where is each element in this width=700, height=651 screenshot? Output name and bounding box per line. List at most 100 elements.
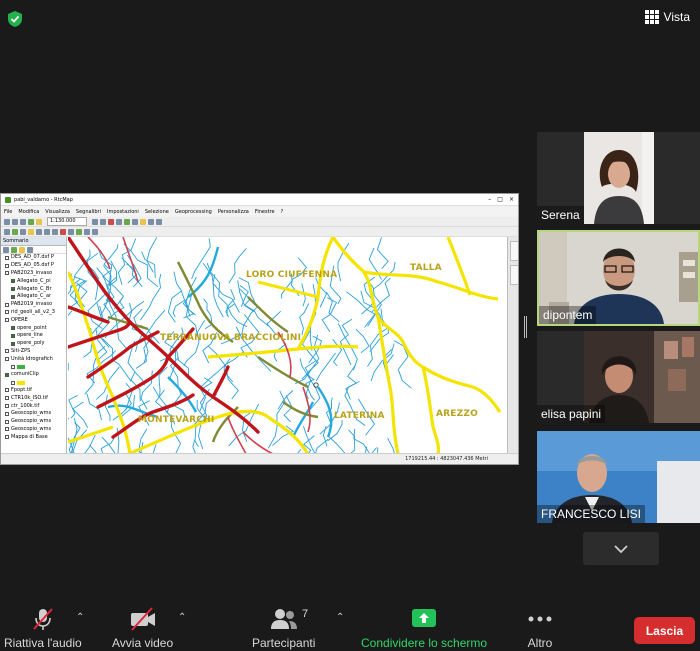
menu-item: Selezione: [144, 208, 169, 215]
stop-icon: [107, 218, 114, 225]
participant-name: elisa papini: [537, 405, 606, 423]
refresh-icon: [12, 228, 18, 235]
app-icon: [5, 196, 11, 203]
more-dots-icon: [528, 616, 552, 622]
layer-row: rid_geoli_all_v2_3: [1, 309, 66, 317]
layer-row: Geoscopio_wms: [1, 410, 66, 418]
layer-checkbox: [5, 263, 9, 268]
leave-meeting-button[interactable]: Lascia: [634, 617, 695, 644]
layer-checkbox: [5, 396, 9, 401]
video-options-caret-icon[interactable]: ⌃: [178, 612, 186, 623]
menu-item: Impostazioni: [106, 208, 139, 215]
start-video-label: Avvia video: [112, 636, 174, 650]
menu-item: ?: [280, 208, 284, 215]
layer-row: Unità Idrografich: [1, 355, 66, 363]
video-camera-off-icon: [130, 607, 155, 631]
layer-label: opere_poly: [17, 340, 45, 347]
participant-tile-francesco-lisi[interactable]: FRANCESCO LISI: [537, 431, 700, 523]
layer-row: DES_AD_07.dxf P: [1, 254, 66, 262]
share-screen-icon: [412, 609, 437, 627]
dock-tab: [510, 265, 518, 285]
layer-row: Geoscopio_wms: [1, 426, 66, 434]
shield-check-icon[interactable]: [5, 9, 25, 29]
participant-tile-elisa-papini[interactable]: elisa papini: [537, 331, 700, 423]
participants-options-caret-icon[interactable]: ⌃: [336, 612, 344, 623]
legend-swatch: [17, 380, 25, 385]
layer-label: Allegato_C_Br: [17, 285, 52, 292]
identify-icon: [115, 218, 122, 225]
participants-count: 7: [302, 608, 309, 620]
zoom-tool-icon: [4, 228, 10, 235]
hyperlink-icon: [84, 228, 90, 235]
chevron-down-icon: [614, 544, 628, 553]
right-dock: [507, 237, 518, 454]
map-label-arezzo: AREZZO: [436, 409, 478, 419]
layer-row: OPERE: [1, 316, 66, 324]
shared-screen: pabi_valdarno - RtcMap – □ × File Modifica…: [0, 193, 519, 465]
participants-label: Partecipanti: [252, 636, 316, 650]
layer-checkbox: [11, 287, 15, 292]
gis-window-title: pabi_valdarno - RtcMap: [14, 196, 73, 203]
layer-list-icon: [3, 246, 9, 253]
layer-checkbox: [5, 310, 9, 315]
layer-row: ctr_100k.tif: [1, 402, 66, 410]
view-button[interactable]: Vista: [641, 8, 694, 26]
layer-row: [1, 363, 66, 371]
layer-checkbox: [5, 411, 9, 416]
audio-options-caret-icon[interactable]: ⌃: [76, 612, 84, 623]
back-icon: [44, 228, 50, 235]
select-icon: [131, 218, 138, 225]
layer-label: Fpopt.tif: [11, 386, 32, 393]
legend-swatch: [17, 365, 25, 370]
participant-name: Serena: [537, 206, 584, 224]
menu-item: Segnalibri: [75, 208, 101, 215]
layer-selection-icon: [27, 246, 33, 253]
scale-field: 1:130.000: [47, 217, 87, 226]
layer-label: PAB2019_invaso: [11, 301, 53, 308]
unmute-button[interactable]: Riattiva l'audio: [4, 606, 82, 650]
snap-icon: [92, 228, 98, 235]
dock-tab: [510, 241, 518, 261]
share-screen-button[interactable]: Condividere lo schermo: [361, 606, 487, 650]
attribute-table-icon: [36, 228, 42, 235]
layer-label: DES_AD_07.dxf P: [11, 254, 54, 261]
measure-icon: [123, 218, 130, 225]
layer-label: DES_AD_05.dxf P: [11, 262, 54, 269]
layer-row: [1, 379, 66, 387]
gis-toolbar: 1:130.000: [1, 217, 518, 227]
layer-label: Allegato_C_pi: [17, 277, 51, 284]
layer-checkbox: [5, 318, 9, 323]
layer-label: opere_point: [17, 324, 47, 331]
layer-checkbox: [5, 419, 9, 424]
save-icon: [20, 218, 26, 225]
unmute-label: Riattiva l'audio: [4, 636, 82, 650]
view-label: Vista: [663, 10, 690, 24]
full-extent-icon: [20, 228, 26, 235]
layer-checkbox: [11, 326, 15, 331]
participants-icon: [270, 609, 297, 629]
layer-checkbox: [5, 349, 9, 354]
gis-status-bar: 1719215.44 : 4823047.436 Metri: [1, 453, 518, 464]
participant-tile-serena[interactable]: Serena: [537, 132, 700, 224]
participant-tile-dipontem[interactable]: dipontem: [537, 230, 700, 326]
close-icon: ×: [508, 196, 514, 203]
layer-checkbox: [5, 427, 9, 432]
layer-checkbox: [11, 279, 15, 284]
layer-row: Mappa di Base: [1, 433, 66, 441]
coordinate-readout: 1719215.44 : 4823047.436 Metri: [405, 456, 488, 462]
participant-name: dipontem: [539, 306, 597, 324]
panel-resize-handle[interactable]: [524, 316, 527, 338]
layer-label: Allegato_C_ar: [17, 293, 52, 300]
layer-checkbox: [5, 388, 9, 393]
menu-item: File: [4, 208, 13, 215]
scroll-participants-button[interactable]: [583, 532, 659, 565]
more-button[interactable]: Altro: [527, 606, 553, 650]
layers-panel: Sommario DES_AD_07.dxf P DES_AD_05.dxf PP…: [1, 237, 67, 454]
map-label-montevarchi: MONTEVARCHI: [138, 415, 215, 425]
edit-icon: [28, 228, 34, 235]
layer-row: PAB2019_invaso: [1, 301, 66, 309]
map-label-terranuova-bracciolini: TERRANUOVA BRACCIOLINI: [160, 333, 302, 343]
find-icon: [76, 228, 82, 235]
layer-row: Geoscopio_wms: [1, 418, 66, 426]
start-video-button[interactable]: Avvia video: [112, 606, 173, 650]
